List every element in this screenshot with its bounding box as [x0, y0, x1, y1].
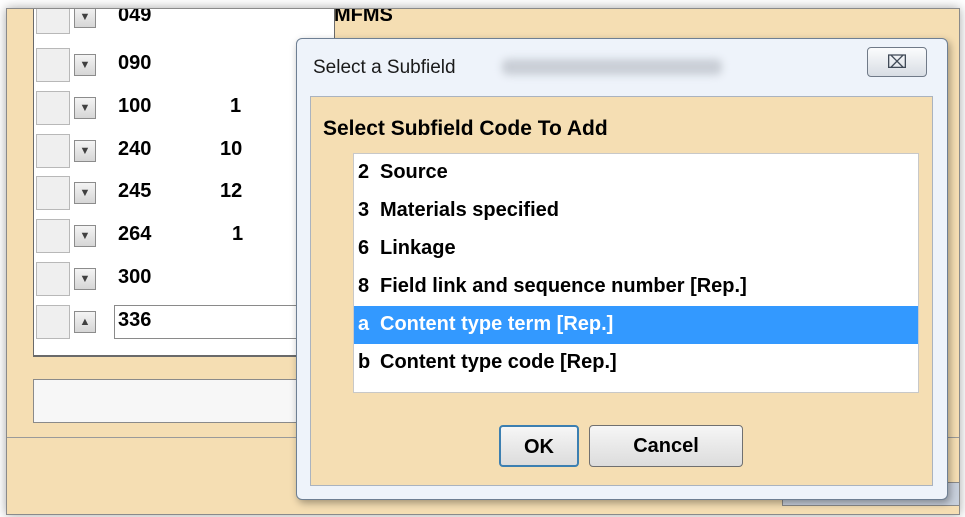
field-row[interactable]: ▼ 245 12 — [34, 173, 334, 213]
expand-toggle-icon[interactable]: ▼ — [74, 54, 96, 76]
subfield-option[interactable]: 3 Materials specified — [354, 192, 918, 230]
subfield-code: b — [358, 351, 371, 373]
cancel-button[interactable]: Cancel — [589, 425, 743, 467]
field-tag: 300 — [118, 266, 152, 288]
field-row[interactable]: ▼ 240 10 — [34, 131, 334, 171]
subfield-label: Content type code [Rep.] — [380, 351, 617, 373]
expand-toggle-icon[interactable]: ▼ — [74, 97, 96, 119]
subfield-code: 2 — [358, 161, 370, 183]
field-tag: 100 — [118, 95, 152, 117]
dialog-body: Select Subfield Code To Add 2 Source 3 M… — [310, 96, 933, 486]
subfield-label: Source — [380, 161, 448, 183]
row-selector[interactable] — [36, 176, 70, 210]
row-selector[interactable] — [36, 262, 70, 296]
select-subfield-dialog: Select a Subfield ⌧ Select Subfield Code… — [296, 38, 948, 500]
field-tag: 049 — [118, 8, 152, 26]
redacted-title-text — [502, 59, 722, 75]
subfield-option[interactable]: 8 Field link and sequence number [Rep.] — [354, 268, 918, 306]
subfield-option[interactable]: 6 Linkage — [354, 230, 918, 268]
subfield-code: a — [358, 313, 370, 335]
subfield-label: Field link and sequence number [Rep.] — [380, 275, 747, 297]
field-row[interactable]: ▼ 049 MFMS — [34, 8, 393, 37]
field-tag: 245 — [118, 180, 152, 202]
subfield-code: 6 — [358, 237, 370, 259]
subfield-code: 3 — [358, 199, 370, 221]
field-tag: 240 — [118, 138, 152, 160]
row-selector[interactable] — [36, 91, 70, 125]
dialog-heading: Select Subfield Code To Add — [323, 117, 608, 140]
subfield-option-selected[interactable]: a Content type term [Rep.] — [354, 306, 918, 344]
subfield-label: Content type term [Rep.] — [380, 313, 614, 335]
row-selector[interactable] — [36, 48, 70, 82]
subfield-label: Linkage — [380, 237, 456, 259]
subfield-code: 8 — [358, 275, 370, 297]
field-row-selected[interactable]: ▲ 336 — [34, 302, 334, 342]
field-list: ▼ 049 MFMS ▼ 090 ▼ 100 1 ▼ 240 10 ▼ 245 … — [33, 8, 393, 357]
field-row[interactable]: ▼ 100 1 — [34, 88, 334, 128]
collapse-toggle-icon[interactable]: ▲ — [74, 311, 96, 333]
field-tag: 264 — [118, 223, 152, 245]
field-value: MFMS — [334, 8, 393, 26]
field-indicator: 12 — [220, 180, 243, 202]
close-icon[interactable]: ⌧ — [867, 47, 927, 77]
expand-toggle-icon[interactable]: ▼ — [74, 182, 96, 204]
subfield-list[interactable]: 2 Source 3 Materials specified 6 Linkage… — [353, 153, 919, 393]
expand-toggle-icon[interactable]: ▼ — [74, 225, 96, 247]
row-selector[interactable] — [36, 219, 70, 253]
field-indicator: 10 — [220, 138, 243, 160]
row-selector[interactable] — [36, 9, 70, 34]
expand-toggle-icon[interactable]: ▼ — [74, 268, 96, 290]
field-indicator: 1 — [230, 95, 242, 117]
row-selector[interactable] — [36, 305, 70, 339]
field-tag: 090 — [118, 52, 152, 74]
field-row[interactable]: ▼ 090 — [34, 45, 334, 85]
expand-toggle-icon[interactable]: ▼ — [74, 140, 96, 162]
expand-toggle-icon[interactable]: ▼ — [74, 9, 96, 28]
dialog-titlebar[interactable]: Select a Subfield ⌧ — [297, 39, 947, 95]
field-row[interactable]: ▼ 300 — [34, 259, 334, 299]
row-selector[interactable] — [36, 134, 70, 168]
subfield-label: Materials specified — [380, 199, 559, 221]
ok-button[interactable]: OK — [499, 425, 579, 467]
dialog-title: Select a Subfield — [313, 57, 456, 78]
field-tag: 336 — [118, 309, 152, 331]
field-row[interactable]: ▼ 264 1 — [34, 216, 334, 256]
status-box — [33, 379, 333, 423]
field-indicator: 1 — [232, 223, 244, 245]
subfield-option[interactable]: b Content type code [Rep.] — [354, 344, 918, 382]
subfield-option[interactable]: 2 Source — [354, 154, 918, 192]
